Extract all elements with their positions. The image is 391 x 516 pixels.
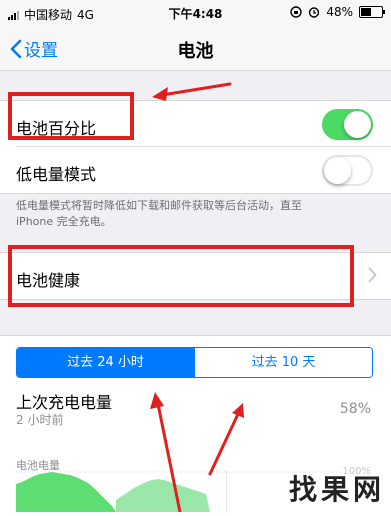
annotation-box-battery-percentage xyxy=(8,92,134,140)
low-power-footnote: 低电量模式将暂时降低如下载和邮件获取等后台活动，直至 iPhone 完全充电。 xyxy=(16,198,376,230)
battery-percent-label: 48% xyxy=(326,5,353,19)
battery-percentage-toggle[interactable] xyxy=(322,109,373,140)
time-range-segmented-control: 过去 24 小时 过去 10 天 xyxy=(16,347,373,378)
low-power-mode-label: 低电量模式 xyxy=(16,165,97,184)
last-charge-percent: 58% xyxy=(339,401,371,417)
status-bar: 中国移动 4G 下午4:48 48% xyxy=(0,0,391,26)
chevron-right-icon xyxy=(368,267,377,283)
segment-10-days[interactable]: 过去 10 天 xyxy=(194,348,372,377)
battery-icon xyxy=(359,6,385,18)
last-charge-time: 2 小时前 xyxy=(16,413,64,427)
row-low-power-mode: 低电量模式 xyxy=(0,147,391,193)
low-power-mode-toggle[interactable] xyxy=(322,155,373,186)
charging-bars xyxy=(116,479,210,512)
footnote-line-2: iPhone 完全充电。 xyxy=(16,215,112,228)
watermark-logo: 找果网 xyxy=(288,473,385,506)
alarm-icon xyxy=(309,7,320,18)
last-charge-label: 上次充电电量 xyxy=(16,393,113,412)
segment-24-hours[interactable]: 过去 24 小时 xyxy=(17,348,194,377)
lock-rotation-icon xyxy=(290,6,303,18)
battery-level-area xyxy=(16,472,116,512)
page-title: 电池 xyxy=(177,41,214,62)
annotation-box-battery-health xyxy=(8,245,354,307)
footnote-line-1: 低电量模式将暂时降低如下载和邮件获取等后台活动，直至 xyxy=(16,199,302,212)
nav-bar: 设置 电池 xyxy=(0,26,391,71)
status-right: 48% xyxy=(290,5,385,19)
